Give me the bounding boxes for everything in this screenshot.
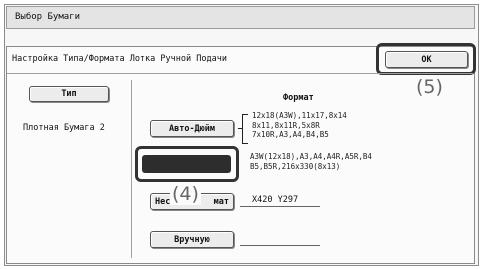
nonstandard-button-label-start: Нес xyxy=(155,196,171,207)
callout-number-5: (5) xyxy=(416,76,443,98)
panel-subtitle: Настройка Типа/Формата Лотка Ручной Пода… xyxy=(12,54,227,64)
dialog-title: Выбор Бумаги xyxy=(6,6,475,29)
nonstandard-size-underline xyxy=(240,206,320,207)
bracket xyxy=(242,114,248,144)
ok-button[interactable]: OK xyxy=(385,51,468,68)
type-button[interactable]: Тип xyxy=(29,86,109,102)
auto-ab-size-list: A3W(12x18),A3,A4,A4R,A5R,B4 B5,B5R,216x3… xyxy=(250,152,372,171)
manual-size-underline xyxy=(240,245,320,246)
nonstandard-button-label-end: мат xyxy=(213,196,229,207)
auto-ab-button-selected[interactable] xyxy=(142,155,231,173)
auto-inch-size-list: 12x18(A3W),11x17,8x14 8x11,8x11R,5x8R 7x… xyxy=(252,111,347,139)
settings-panel xyxy=(6,46,475,264)
manual-button[interactable]: Вручную xyxy=(150,231,234,248)
format-heading: Формат xyxy=(283,93,314,103)
vertical-divider xyxy=(131,80,132,258)
selected-paper-type: Плотная Бумага 2 xyxy=(23,123,105,133)
auto-inch-button[interactable]: Авто-Дюйм xyxy=(150,120,234,137)
callout-number-4: (4) xyxy=(170,183,201,205)
nonstandard-size-value: X420 Y297 xyxy=(252,195,299,205)
horizontal-divider xyxy=(7,73,473,74)
